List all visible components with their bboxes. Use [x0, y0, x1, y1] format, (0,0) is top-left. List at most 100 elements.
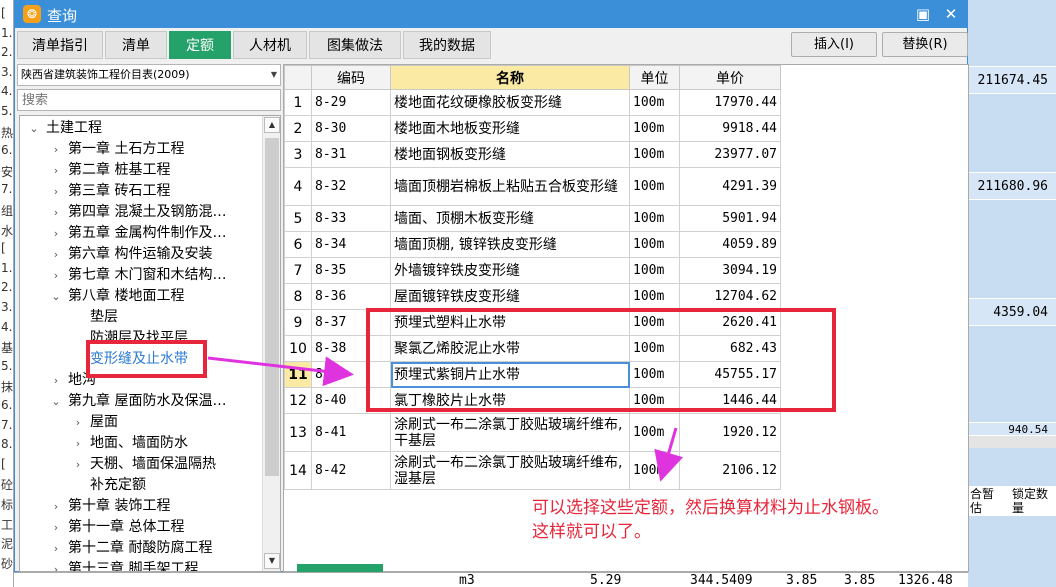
- code-cell[interactable]: 8-42: [311, 451, 391, 490]
- row-number[interactable]: 3: [284, 141, 312, 168]
- name-cell[interactable]: 楼地面木地板变形缝: [390, 115, 630, 142]
- chevron-right-icon[interactable]: ›: [72, 433, 84, 454]
- chevron-right-icon[interactable]: ›: [50, 244, 62, 265]
- row-number[interactable]: 10: [284, 335, 312, 362]
- scroll-down-icon[interactable]: ▼: [264, 553, 280, 569]
- unit-cell[interactable]: 100m: [629, 231, 680, 258]
- unit-cell[interactable]: 100m: [629, 257, 680, 284]
- tab-labor-material[interactable]: 人材机: [233, 31, 307, 59]
- unit-cell[interactable]: 100m: [629, 89, 680, 116]
- tab-atlas-method[interactable]: 图集做法: [309, 31, 401, 59]
- code-cell[interactable]: 8-41: [311, 413, 391, 452]
- table-row[interactable]: 2 8-30 楼地面木地板变形缝 100m 9918.44: [284, 115, 781, 142]
- tree-item[interactable]: 第十一章 总体工程: [68, 517, 184, 538]
- tree-item[interactable]: 第三章 砖石工程: [68, 181, 170, 202]
- code-header[interactable]: 编码: [311, 65, 391, 90]
- price-cell[interactable]: 12704.62: [679, 283, 781, 310]
- close-button[interactable]: ✕: [941, 4, 961, 24]
- code-cell[interactable]: 8-32: [311, 167, 391, 206]
- table-row[interactable]: 14 8-42 涂刷式一布二涂氯丁胶贴玻璃纤维布, 湿基层 100m 2106.12: [284, 451, 781, 490]
- chevron-right-icon[interactable]: ›: [50, 559, 62, 571]
- tree-item[interactable]: 第六章 构件运输及安装: [68, 244, 212, 265]
- row-number[interactable]: 14: [284, 451, 312, 490]
- tree-item[interactable]: 第十章 装饰工程: [68, 496, 170, 517]
- tree-item[interactable]: 第九章 屋面防水及保温…: [68, 391, 226, 412]
- tree-item[interactable]: 地面、墙面防水: [90, 433, 188, 454]
- table-row[interactable]: 3 8-31 楼地面钢板变形缝 100m 23977.07: [284, 141, 781, 168]
- row-number[interactable]: 6: [284, 231, 312, 258]
- tree-item[interactable]: 第一章 土石方工程: [68, 139, 184, 160]
- row-number[interactable]: 5: [284, 205, 312, 232]
- chevron-right-icon[interactable]: ›: [50, 202, 62, 223]
- chevron-right-icon[interactable]: ›: [50, 370, 62, 391]
- tree-item[interactable]: 第十二章 耐酸防腐工程: [68, 538, 212, 559]
- unit-cell[interactable]: 100m: [629, 141, 680, 168]
- chevron-right-icon[interactable]: ›: [50, 517, 62, 538]
- library-select[interactable]: 陕西省建筑装饰工程价目表(2009) ▼: [17, 64, 281, 86]
- unit-cell[interactable]: 100m: [629, 115, 680, 142]
- search-input[interactable]: [17, 89, 281, 111]
- code-cell[interactable]: 8-35: [311, 257, 391, 284]
- code-cell[interactable]: 8-34: [311, 231, 391, 258]
- chevron-down-icon[interactable]: ⌄: [28, 118, 40, 139]
- code-cell[interactable]: 8-36: [311, 283, 391, 310]
- restore-icon[interactable]: ▣: [913, 4, 933, 24]
- name-header[interactable]: 名称: [390, 65, 630, 90]
- table-row[interactable]: 7 8-35 外墙镀锌铁皮变形缝 100m 3094.19: [284, 257, 781, 284]
- price-cell[interactable]: 2106.12: [679, 451, 781, 490]
- price-cell[interactable]: 4291.39: [679, 167, 781, 206]
- code-cell[interactable]: 8-29: [311, 89, 391, 116]
- tree-scrollbar[interactable]: ▲ ▼: [262, 116, 280, 571]
- tree-item[interactable]: 垫层: [90, 307, 118, 328]
- chevron-right-icon[interactable]: ›: [50, 160, 62, 181]
- code-cell[interactable]: 8-30: [311, 115, 391, 142]
- unit-header[interactable]: 单位: [629, 65, 680, 90]
- tree-item[interactable]: 第七章 木门窗和木结构…: [68, 265, 226, 286]
- insert-button[interactable]: 插入(I): [791, 32, 877, 57]
- name-cell[interactable]: 涂刷式一布二涂氯丁胶贴玻璃纤维布, 湿基层: [390, 451, 630, 490]
- tab-my-data[interactable]: 我的数据: [403, 31, 491, 59]
- chevron-right-icon[interactable]: ›: [50, 496, 62, 517]
- table-row[interactable]: 5 8-33 墙面、顶棚木板变形缝 100m 5901.94: [284, 205, 781, 232]
- table-row[interactable]: 4 8-32 墙面顶棚岩棉板上粘贴五合板变形缝 100m 4291.39: [284, 167, 781, 206]
- name-cell[interactable]: 墙面顶棚, 镀锌铁皮变形缝: [390, 231, 630, 258]
- tab-bill[interactable]: 清单: [105, 31, 167, 59]
- chevron-right-icon[interactable]: ›: [72, 454, 84, 475]
- name-cell[interactable]: 屋面镀锌铁皮变形缝: [390, 283, 630, 310]
- price-cell[interactable]: 5901.94: [679, 205, 781, 232]
- table-row[interactable]: 13 8-41 涂刷式一布二涂氯丁胶贴玻璃纤维布, 干基层 100m 1920.12: [284, 413, 781, 452]
- unit-cell[interactable]: 100m: [629, 451, 680, 490]
- table-row[interactable]: 8 8-36 屋面镀锌铁皮变形缝 100m 12704.62: [284, 283, 781, 310]
- row-number[interactable]: 1: [284, 89, 312, 116]
- row-number[interactable]: 11: [284, 361, 312, 388]
- price-cell[interactable]: 1920.12: [679, 413, 781, 452]
- name-cell[interactable]: 楼地面钢板变形缝: [390, 141, 630, 168]
- name-cell[interactable]: 外墙镀锌铁皮变形缝: [390, 257, 630, 284]
- chevron-right-icon[interactable]: ›: [50, 181, 62, 202]
- name-cell[interactable]: 墙面顶棚岩棉板上粘贴五合板变形缝: [390, 167, 630, 206]
- chevron-right-icon[interactable]: ›: [50, 223, 62, 244]
- tree-item[interactable]: 补充定额: [90, 475, 146, 496]
- code-cell[interactable]: 8-31: [311, 141, 391, 168]
- code-cell[interactable]: 8-33: [311, 205, 391, 232]
- tree-item[interactable]: 第四章 混凝土及钢筋混…: [68, 202, 226, 223]
- dialog-titlebar[interactable]: ❂ 查询 ▣ ✕: [15, 1, 967, 28]
- unit-cell[interactable]: 100m: [629, 205, 680, 232]
- name-cell[interactable]: 墙面、顶棚木板变形缝: [390, 205, 630, 232]
- tree-item[interactable]: 第五章 金属构件制作及…: [68, 223, 226, 244]
- price-cell[interactable]: 4059.89: [679, 231, 781, 258]
- row-number[interactable]: 7: [284, 257, 312, 284]
- price-cell[interactable]: 17970.44: [679, 89, 781, 116]
- price-cell[interactable]: 3094.19: [679, 257, 781, 284]
- price-header[interactable]: 单价: [679, 65, 781, 90]
- tree-item[interactable]: 天棚、墙面保温隔热: [90, 454, 216, 475]
- row-number[interactable]: 9: [284, 309, 312, 336]
- scroll-thumb[interactable]: [265, 138, 279, 476]
- tab-bill-guide[interactable]: 清单指引: [17, 31, 103, 59]
- tree-item[interactable]: 第二章 桩基工程: [68, 160, 170, 181]
- replace-button[interactable]: 替换(R): [882, 32, 968, 57]
- price-cell[interactable]: 23977.07: [679, 141, 781, 168]
- row-number[interactable]: 2: [284, 115, 312, 142]
- row-number[interactable]: 13: [284, 413, 312, 452]
- chevron-down-icon[interactable]: ⌄: [50, 286, 62, 307]
